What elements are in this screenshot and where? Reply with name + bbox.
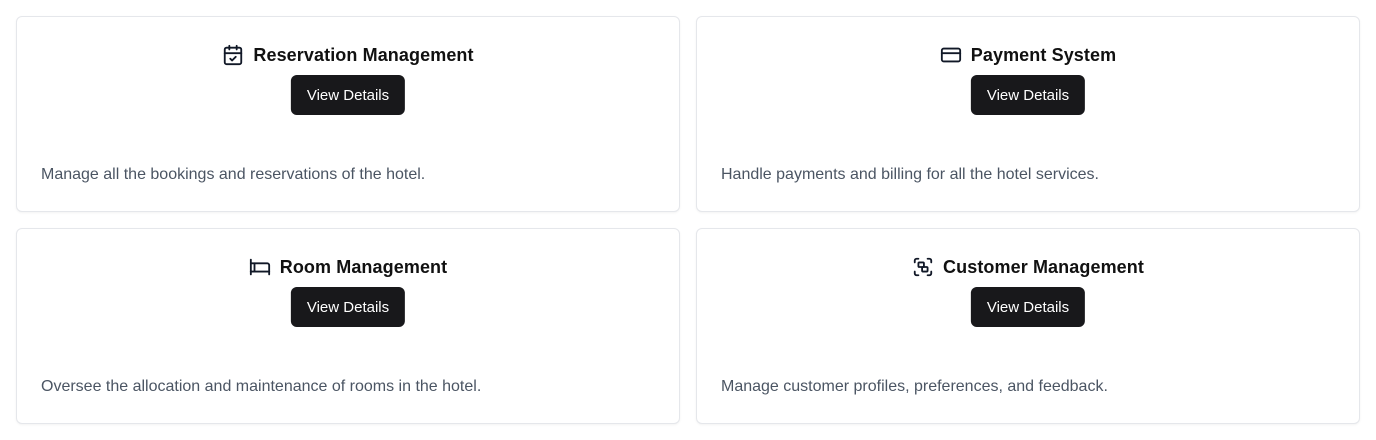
scan-face-icon (912, 256, 934, 278)
card-description: Handle payments and billing for all the … (721, 166, 1099, 183)
card-header: Room Management (17, 255, 679, 279)
card-header: Customer Management (697, 255, 1359, 279)
view-details-button[interactable]: View Details (290, 287, 406, 327)
feature-card-grid: Reservation Management View Details Mana… (0, 0, 1376, 440)
reservation-management-card: Reservation Management View Details Mana… (16, 16, 680, 212)
view-details-button[interactable]: View Details (970, 287, 1086, 327)
card-title: Room Management (279, 256, 448, 277)
view-details-button[interactable]: View Details (290, 75, 406, 115)
card-header: Payment System (697, 43, 1359, 67)
card-header: Reservation Management (17, 43, 679, 67)
card-description: Oversee the allocation and maintenance o… (41, 378, 482, 395)
credit-card-icon (940, 44, 962, 66)
customer-management-card: Customer Management View Details Manage … (696, 228, 1360, 424)
view-details-button[interactable]: View Details (970, 75, 1086, 115)
payment-system-card: Payment System View Details Handle payme… (696, 16, 1360, 212)
card-description: Manage customer profiles, preferences, a… (721, 378, 1108, 395)
card-description: Manage all the bookings and reservations… (41, 166, 426, 183)
card-title: Payment System (970, 44, 1117, 65)
bed-icon (249, 256, 271, 278)
card-title: Customer Management (943, 256, 1144, 277)
card-title: Reservation Management (253, 44, 474, 65)
calendar-check-icon (222, 44, 244, 66)
room-management-card: Room Management View Details Oversee the… (16, 228, 680, 424)
